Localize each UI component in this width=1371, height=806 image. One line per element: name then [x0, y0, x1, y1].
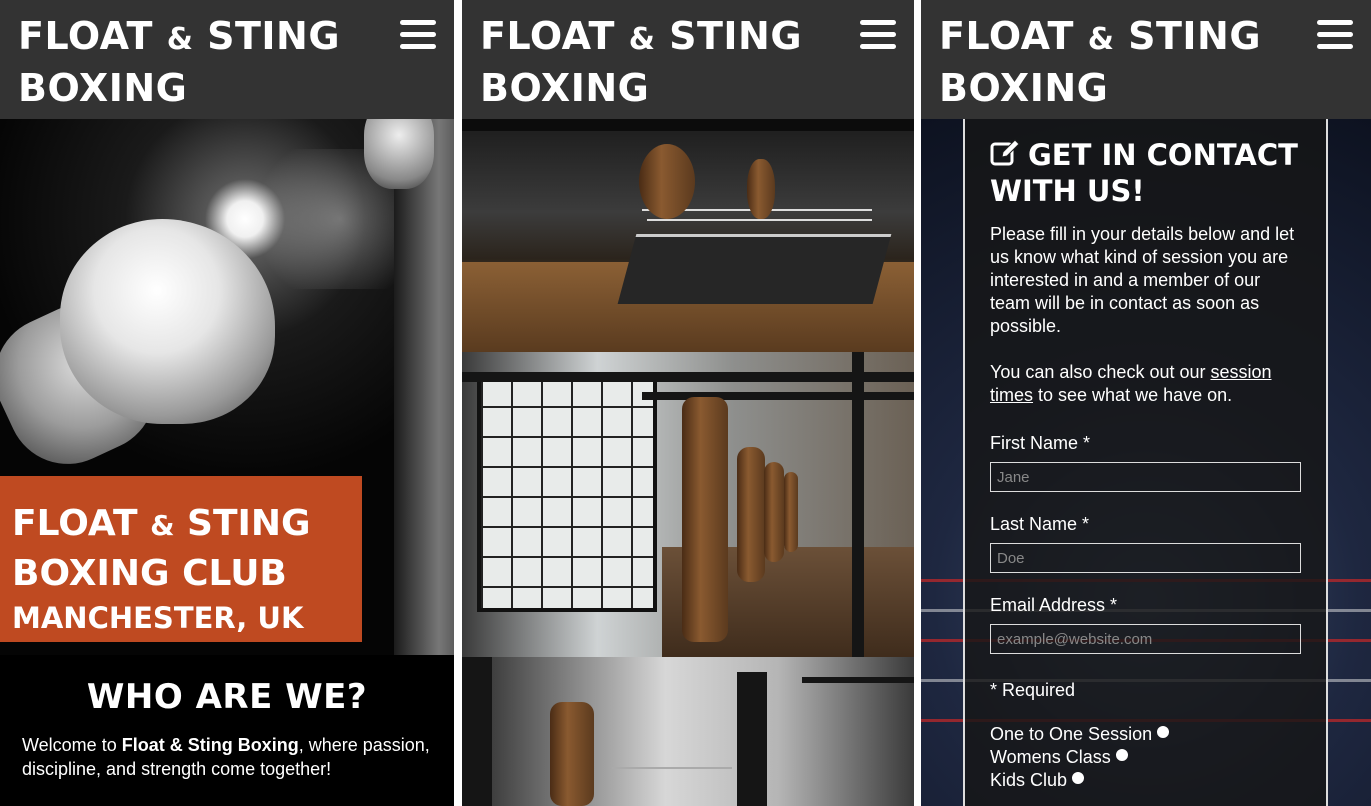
hamburger-menu-icon[interactable]	[400, 20, 436, 50]
radio-button[interactable]	[1157, 725, 1170, 738]
mobile-screen-home: FLOAT & STING BOXING FLOAT & STING BOXIN…	[0, 0, 454, 806]
edit-icon	[990, 139, 1020, 167]
last-name-label: Last Name *	[990, 514, 1090, 534]
first-name-input[interactable]	[990, 462, 1301, 492]
email-input[interactable]	[990, 624, 1301, 654]
session-option-kids[interactable]: Kids Club	[990, 769, 1301, 792]
gallery-image-boxing-ring	[462, 119, 914, 352]
site-header: FLOAT & STING BOXING	[462, 0, 914, 119]
radio-button[interactable]	[1115, 748, 1128, 761]
mobile-screen-gallery: FLOAT & STING BOXING	[462, 0, 914, 806]
last-name-input[interactable]	[990, 543, 1301, 573]
session-option-one-to-one[interactable]: One to One Session	[990, 723, 1301, 746]
hero-subtitle: MANCHESTER, UK	[12, 601, 304, 635]
contact-heading: GET IN CONTACT WITH US!	[990, 138, 1298, 208]
session-option-womens[interactable]: Womens Class	[990, 746, 1301, 769]
site-header: FLOAT & STING BOXING	[0, 0, 454, 119]
site-header: FLOAT & STING BOXING	[921, 0, 1371, 119]
email-label: Email Address *	[990, 595, 1118, 615]
required-note: * Required	[990, 680, 1076, 700]
about-intro: Welcome to Float & Sting Boxing, where p…	[22, 735, 430, 779]
site-logo[interactable]: FLOAT & STING BOXING	[480, 12, 802, 112]
gallery-image-punching-bags	[462, 352, 914, 657]
first-name-label: First Name *	[990, 433, 1091, 453]
session-options: One to One Session Womens Class Kids Clu…	[990, 723, 1301, 792]
hero-image: FLOAT & STING BOXING CLUB MANCHESTER, UK	[0, 119, 454, 655]
hamburger-menu-icon[interactable]	[860, 20, 896, 50]
site-logo[interactable]: FLOAT & STING BOXING	[18, 12, 340, 112]
about-section: WHO ARE WE? Welcome to Float & Sting Box…	[0, 655, 454, 806]
hero-title-box: FLOAT & STING BOXING CLUB MANCHESTER, UK	[0, 476, 362, 642]
mobile-screen-contact: FLOAT & STING BOXING GET IN CONTACT WITH …	[921, 0, 1371, 806]
session-times-text: You can also check out our session times…	[990, 362, 1272, 405]
hero-title-line2: BOXING CLUB	[12, 553, 287, 594]
gallery-image-gym-interior	[462, 657, 914, 806]
hero-title: FLOAT & STING	[12, 503, 311, 544]
radio-button[interactable]	[1072, 771, 1085, 784]
about-heading: WHO ARE WE?	[86, 677, 368, 717]
contact-form-card: GET IN CONTACT WITH US! Please fill in yo…	[963, 119, 1328, 806]
site-logo[interactable]: FLOAT & STING BOXING	[939, 12, 1261, 112]
contact-intro: Please fill in your details below and le…	[990, 224, 1295, 336]
hamburger-menu-icon[interactable]	[1317, 20, 1353, 50]
